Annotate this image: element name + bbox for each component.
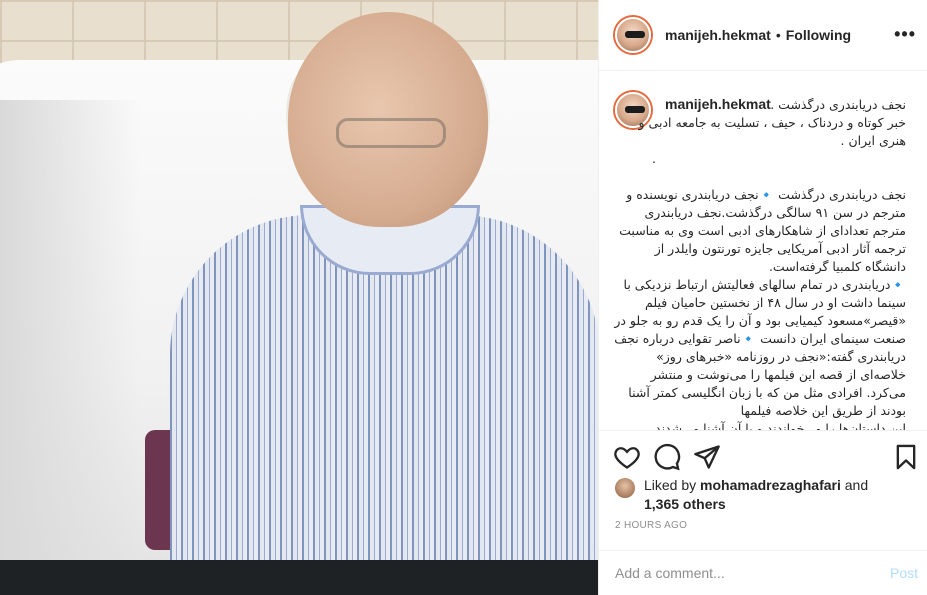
caption-line-1: نجف دریابندری درگذشت . (770, 97, 906, 112)
caption-area: نجف دریابندری درگذشت . خبر کوتاه و دردنا… (599, 72, 927, 430)
post-comment-button[interactable]: Post (890, 565, 918, 581)
header-username[interactable]: manijeh.hekmat (665, 27, 771, 43)
caption-line-3: . (652, 151, 656, 166)
caption-paragraph-2: 🔹دریابندری در تمام سالهای فعالیتش ارتباط… (614, 277, 906, 418)
share-icon[interactable] (693, 443, 721, 471)
comment-input[interactable] (615, 563, 865, 583)
post-timestamp[interactable]: 2 HOURS AGO (615, 520, 687, 531)
likes-summary: Liked by mohamadrezaghafari and 1,365 ot… (615, 476, 915, 514)
liker-avatar[interactable] (615, 478, 635, 498)
header-separator: • (775, 27, 781, 43)
following-button[interactable]: Following (786, 27, 851, 43)
post-photo[interactable] (0, 0, 598, 595)
post-side-panel: manijeh.hekmat • Following ••• نجف دریاب… (598, 0, 927, 595)
comment-icon[interactable] (653, 443, 681, 471)
likes-others[interactable]: 1,365 others (644, 496, 726, 512)
likes-prefix: Liked by (644, 477, 697, 493)
bookmark-icon[interactable] (892, 443, 920, 471)
eyeglasses (336, 118, 446, 148)
post-header: manijeh.hekmat • Following ••• (599, 0, 927, 71)
avatar[interactable] (615, 17, 651, 53)
caption-paragraph-3: این داستان‌ها را می‌خواندند و با آن آشنا… (655, 421, 906, 430)
comment-box: Post (599, 550, 927, 595)
caption-line-2: خبر کوتاه و دردناک ، حیف ، تسلیت به جامع… (638, 115, 906, 148)
caption-username[interactable]: manijeh.hekmat (665, 96, 771, 112)
caption-paragraph-1: نجف دریابندری درگذشت 🔹نجف دریابندری نویس… (619, 187, 906, 274)
heart-icon[interactable] (613, 443, 641, 471)
more-options-icon[interactable]: ••• (894, 24, 916, 45)
liker-username[interactable]: mohamadrezaghafari (700, 477, 841, 493)
caption-text: نجف دریابندری درگذشت . خبر کوتاه و دردنا… (613, 96, 906, 430)
photo-shadow (0, 100, 140, 560)
likes-and: and (844, 477, 869, 493)
action-bar (599, 430, 927, 482)
photo-bottom-strip (0, 560, 598, 595)
likes-text: Liked by mohamadrezaghafari and 1,365 ot… (644, 476, 868, 514)
